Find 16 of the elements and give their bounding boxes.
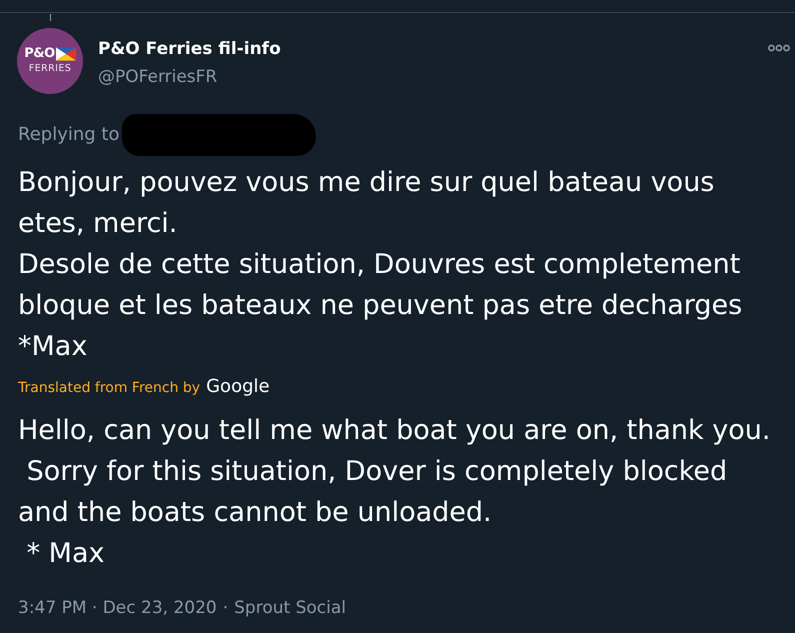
translated-text: Hello, can you tell me what boat you are on, thank you. Sorry for this situation, Dover is completely blocked and the boats cannot be unloaded. * Max: [17, 414, 772, 571]
provider-logo[interactable]: Google: [206, 376, 270, 397]
replying-to-label: Replying to: [18, 124, 120, 144]
more-icon[interactable]: [768, 44, 790, 52]
avatar-logo[interactable]: P&O FERRIES: [17, 28, 83, 94]
author-handle[interactable]: @POFerriesFR: [98, 66, 218, 88]
thread-line: [50, 14, 51, 21]
translated-label: Translated from French by: [18, 380, 200, 396]
source-link[interactable]: Sprout Social: [234, 598, 346, 618]
tweet-text: Bonjour, pouvez vous me dire sur quel bateau vous etes, merci. Desole de cette situation, Douvres est completement bloque et les bateaux ne peuvent pas etre decharges *Max: [17, 166, 744, 364]
logo-text: FERRIES: [28, 62, 72, 74]
logo-text: P&O: [24, 46, 55, 62]
flag-icon: [56, 46, 76, 60]
author-name[interactable]: P&O Ferries fil-info: [98, 38, 281, 60]
separator: ·: [222, 598, 228, 618]
timestamp-link[interactable]: 3:47 PM · Dec 23, 2020: [18, 598, 217, 618]
